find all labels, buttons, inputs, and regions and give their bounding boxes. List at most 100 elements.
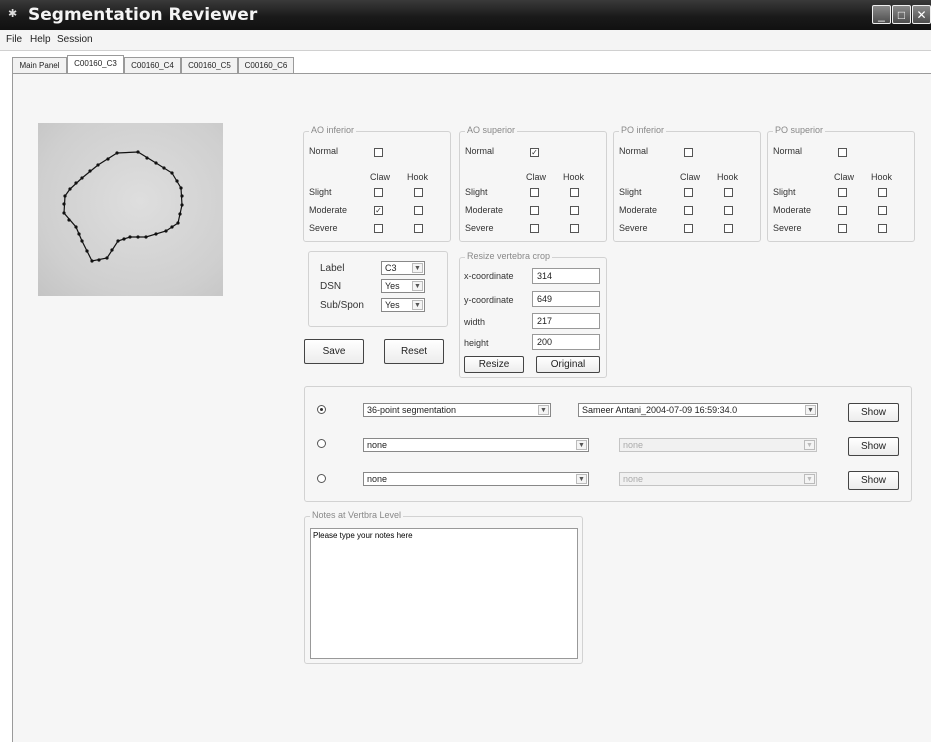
po-inferior-moderate-claw-checkbox[interactable] bbox=[684, 206, 693, 215]
po-superior-slight-claw-checkbox[interactable] bbox=[838, 188, 847, 197]
close-button[interactable]: ✕ bbox=[912, 5, 931, 24]
dsn-label: DSN bbox=[320, 281, 342, 292]
user-select-1[interactable]: Sameer Antani_2004-07-09 16:59:34.0 ▼ bbox=[578, 403, 818, 417]
y-coordinate-field[interactable]: 649 bbox=[532, 291, 600, 307]
original-button[interactable]: Original bbox=[536, 356, 600, 373]
resize-button[interactable]: Resize bbox=[464, 356, 524, 373]
ao-superior-moderate-claw-checkbox[interactable] bbox=[530, 206, 539, 215]
method-select-1-value: 36-point segmentation bbox=[367, 405, 457, 415]
tab-main-panel[interactable]: Main Panel bbox=[12, 57, 67, 73]
po-superior-severe-claw-checkbox[interactable] bbox=[838, 224, 847, 233]
user-select-3-value: none bbox=[623, 474, 644, 484]
subspon-select[interactable]: Yes ▼ bbox=[381, 298, 425, 312]
po-superior-slight-hook-checkbox[interactable] bbox=[878, 188, 887, 197]
ao-inferior-title: AO inferior bbox=[309, 125, 357, 135]
ao-superior-slight-hook-checkbox[interactable] bbox=[570, 188, 579, 197]
moderate-label: Moderate bbox=[619, 205, 658, 215]
po-inferior-slight-hook-checkbox[interactable] bbox=[724, 188, 733, 197]
po-superior-moderate-claw-checkbox[interactable] bbox=[838, 206, 847, 215]
moderate-label: Moderate bbox=[773, 205, 812, 215]
save-button[interactable]: Save bbox=[304, 339, 364, 364]
label-panel: Label C3 ▼ DSN Yes ▼ Sub/Spon Yes ▼ bbox=[308, 251, 448, 327]
tab-c00160-c6[interactable]: C00160_C6 bbox=[238, 57, 294, 73]
tab-c00160-c4[interactable]: C00160_C4 bbox=[124, 57, 181, 73]
ao-superior-severe-claw-checkbox[interactable] bbox=[530, 224, 539, 233]
method-select-3[interactable]: none ▼ bbox=[363, 472, 589, 486]
tab-c00160-c3[interactable]: C00160_C3 bbox=[67, 55, 124, 74]
ao-inferior-slight-claw-checkbox[interactable] bbox=[374, 188, 383, 197]
po-superior-severe-hook-checkbox[interactable] bbox=[878, 224, 887, 233]
po-inferior-severe-hook-checkbox[interactable] bbox=[724, 224, 733, 233]
po-inferior-slight-claw-checkbox[interactable] bbox=[684, 188, 693, 197]
ao-inferior-group: AO inferior Normal Claw Hook Slight Mode… bbox=[303, 125, 451, 242]
po-inferior-group: PO inferior Normal Claw Hook Slight Mode… bbox=[613, 125, 761, 242]
vertebra-image bbox=[38, 123, 223, 296]
tab-c00160-c5[interactable]: C00160_C5 bbox=[181, 57, 238, 73]
ao-inferior-severe-claw-checkbox[interactable] bbox=[374, 224, 383, 233]
slight-label: Slight bbox=[773, 187, 796, 197]
severe-label: Severe bbox=[309, 223, 338, 233]
claw-label: Claw bbox=[370, 172, 391, 182]
po-superior-normal-checkbox[interactable] bbox=[838, 148, 847, 157]
ao-superior-severe-hook-checkbox[interactable] bbox=[570, 224, 579, 233]
ao-superior-moderate-hook-checkbox[interactable] bbox=[570, 206, 579, 215]
show-button-3[interactable]: Show bbox=[848, 471, 899, 490]
po-inferior-normal-checkbox[interactable] bbox=[684, 148, 693, 157]
segmentation-contour bbox=[62, 150, 184, 263]
hook-label: Hook bbox=[717, 172, 739, 182]
hook-label: Hook bbox=[563, 172, 585, 182]
claw-label: Claw bbox=[680, 172, 701, 182]
ao-inferior-moderate-hook-checkbox[interactable] bbox=[414, 206, 423, 215]
moderate-label: Moderate bbox=[309, 205, 348, 215]
chevron-down-icon: ▼ bbox=[412, 281, 423, 291]
method-select-2[interactable]: none ▼ bbox=[363, 438, 589, 452]
method-select-1[interactable]: 36-point segmentation ▼ bbox=[363, 403, 551, 417]
chevron-down-icon: ▼ bbox=[804, 474, 815, 484]
notes-textarea[interactable]: Please type your notes here bbox=[310, 528, 578, 659]
ao-superior-slight-claw-checkbox[interactable] bbox=[530, 188, 539, 197]
show-button-2[interactable]: Show bbox=[848, 437, 899, 456]
po-inferior-severe-claw-checkbox[interactable] bbox=[684, 224, 693, 233]
user-select-1-value: Sameer Antani_2004-07-09 16:59:34.0 bbox=[582, 405, 738, 415]
chevron-down-icon: ▼ bbox=[412, 263, 423, 273]
normal-label: Normal bbox=[309, 146, 339, 156]
ao-inferior-severe-hook-checkbox[interactable] bbox=[414, 224, 423, 233]
minimize-button[interactable]: _ bbox=[872, 5, 891, 24]
ao-inferior-moderate-claw-checkbox[interactable]: ✓ bbox=[374, 206, 383, 215]
segmentation-radio-2[interactable] bbox=[317, 439, 326, 448]
ao-inferior-slight-hook-checkbox[interactable] bbox=[414, 188, 423, 197]
dsn-select[interactable]: Yes ▼ bbox=[381, 279, 425, 293]
x-coordinate-field[interactable]: 314 bbox=[532, 268, 600, 284]
user-select-2: none ▼ bbox=[619, 438, 817, 452]
ao-inferior-normal-checkbox[interactable] bbox=[374, 148, 383, 157]
normal-label: Normal bbox=[773, 146, 803, 156]
po-superior-moderate-hook-checkbox[interactable] bbox=[878, 206, 887, 215]
po-superior-title: PO superior bbox=[773, 125, 826, 135]
dsn-select-value: Yes bbox=[385, 281, 400, 291]
label-select[interactable]: C3 ▼ bbox=[381, 261, 425, 275]
slight-label: Slight bbox=[465, 187, 488, 197]
segmentation-radio-1[interactable] bbox=[317, 405, 326, 414]
show-button-1[interactable]: Show bbox=[848, 403, 899, 422]
ao-superior-normal-checkbox[interactable]: ✓ bbox=[530, 148, 539, 157]
po-inferior-moderate-hook-checkbox[interactable] bbox=[724, 206, 733, 215]
label-field-label: Label bbox=[320, 263, 345, 274]
x-coordinate-label: x-coordinate bbox=[464, 271, 514, 281]
menu-file[interactable]: File bbox=[6, 34, 22, 45]
menu-session[interactable]: Session bbox=[57, 34, 93, 45]
user-select-2-value: none bbox=[623, 440, 644, 450]
maximize-button[interactable]: □ bbox=[892, 5, 911, 24]
width-label: width bbox=[464, 317, 486, 327]
segmentation-panel: 36-point segmentation ▼ Sameer Antani_200… bbox=[304, 386, 912, 502]
menu-help[interactable]: Help bbox=[30, 34, 51, 45]
window-title: Segmentation Reviewer bbox=[28, 5, 258, 25]
height-field[interactable]: 200 bbox=[532, 334, 600, 350]
method-select-3-value: none bbox=[367, 474, 388, 484]
reset-button[interactable]: Reset bbox=[384, 339, 444, 364]
chevron-down-icon: ▼ bbox=[804, 440, 815, 450]
method-select-2-value: none bbox=[367, 440, 388, 450]
segmentation-radio-3[interactable] bbox=[317, 474, 326, 483]
ao-superior-title: AO superior bbox=[465, 125, 518, 135]
width-field[interactable]: 217 bbox=[532, 313, 600, 329]
claw-label: Claw bbox=[526, 172, 547, 182]
